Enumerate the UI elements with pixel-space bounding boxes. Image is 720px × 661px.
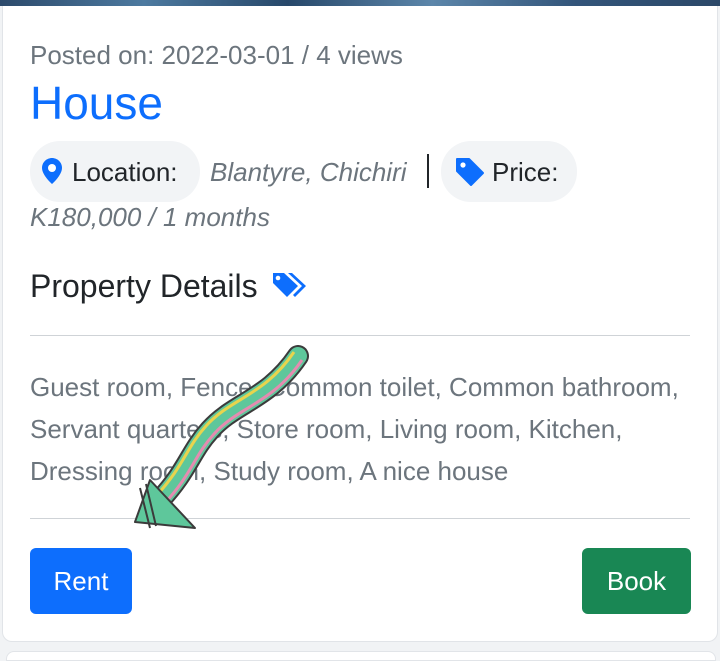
price-tag-icon bbox=[455, 157, 485, 192]
property-title: House bbox=[30, 77, 163, 129]
annotation-arrow-icon bbox=[134, 345, 309, 529]
property-details-heading-text: Property Details bbox=[30, 268, 258, 304]
location-label: Location: bbox=[72, 157, 178, 187]
book-button[interactable]: Book bbox=[582, 548, 691, 614]
price-label: Price: bbox=[492, 157, 559, 187]
double-tags-icon bbox=[271, 269, 309, 309]
property-details-heading: Property Details bbox=[30, 268, 309, 309]
next-property-card bbox=[6, 651, 716, 661]
map-pin-icon bbox=[41, 157, 63, 190]
rent-button[interactable]: Rent bbox=[30, 548, 132, 614]
posted-info: Posted on: 2022-03-01 / 4 views bbox=[30, 40, 403, 70]
price-value: K180,000 / 1 months bbox=[30, 202, 270, 232]
divider-top bbox=[30, 335, 690, 336]
location-value: Blantyre, Chichiri bbox=[210, 157, 407, 187]
info-separator bbox=[427, 154, 429, 188]
